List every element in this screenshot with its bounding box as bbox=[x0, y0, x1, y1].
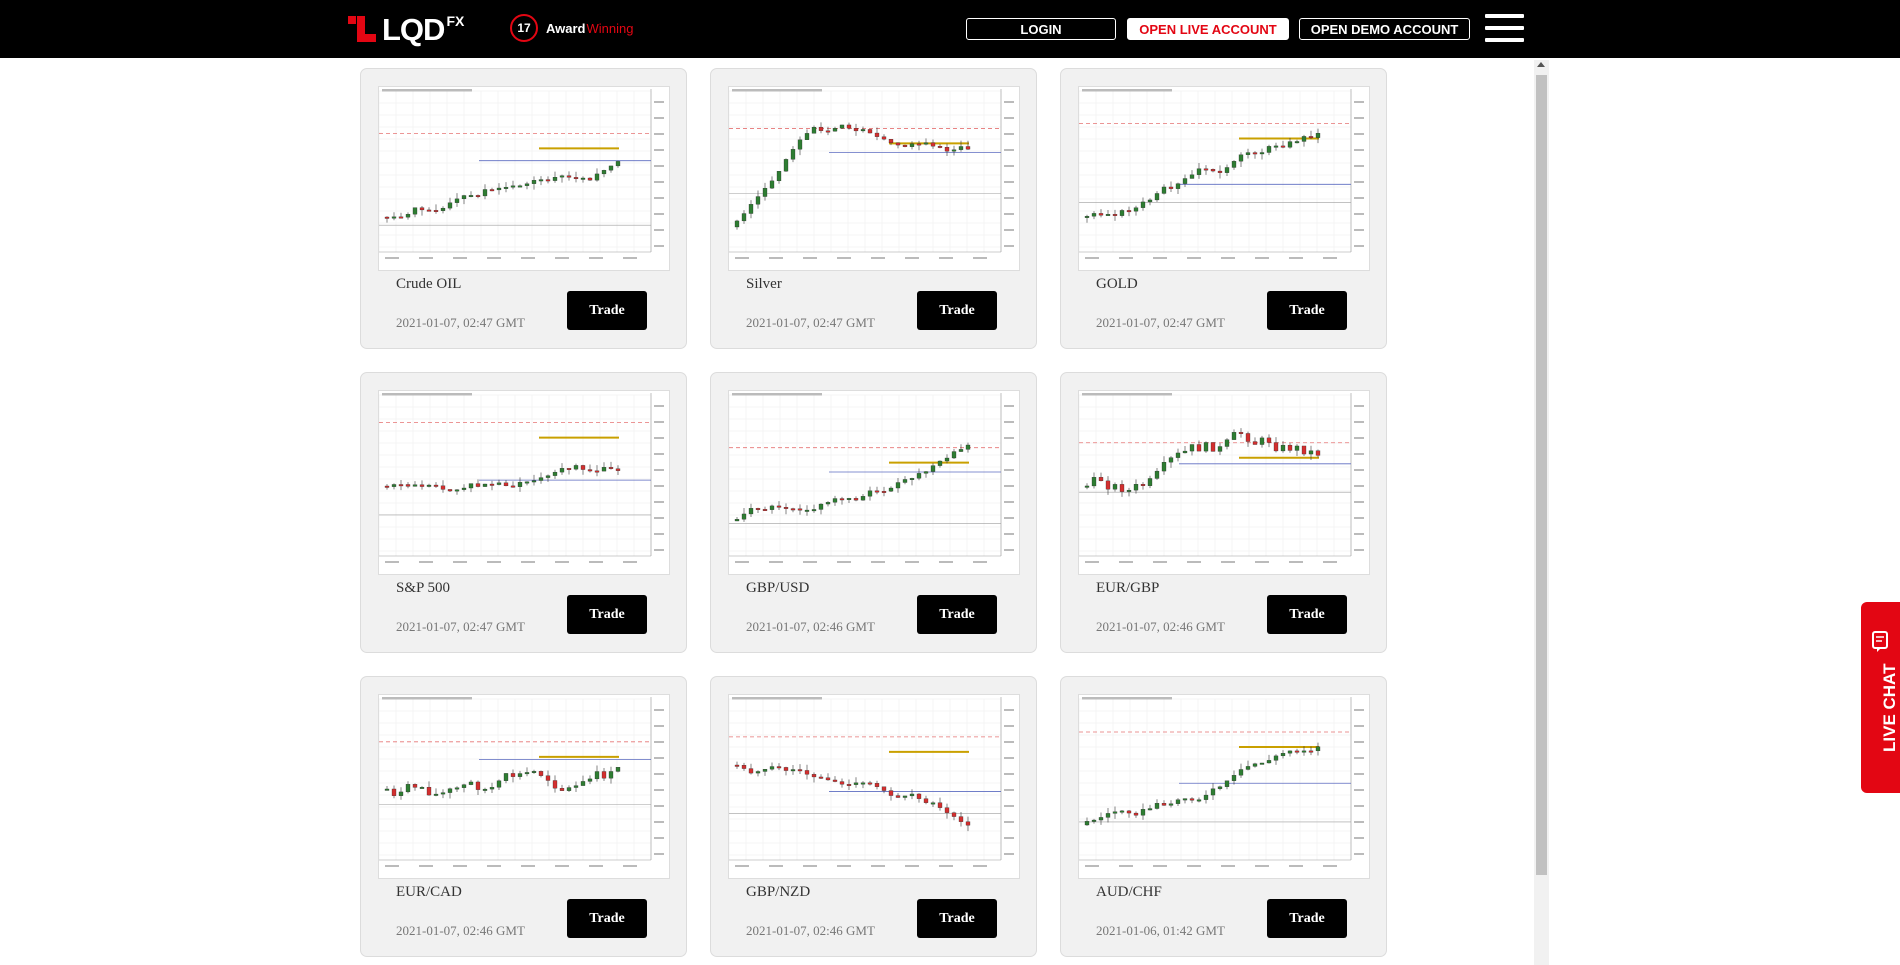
price-chart-svg bbox=[379, 393, 664, 563]
instrument-timestamp: 2021-01-07, 02:46 GMT bbox=[1096, 619, 1225, 634]
award-text-winning: Winning bbox=[586, 20, 634, 36]
open-demo-account-button[interactable]: OPEN DEMO ACCOUNT bbox=[1299, 18, 1470, 40]
trade-button[interactable]: Trade bbox=[1267, 595, 1347, 634]
instrument-timestamp: 2021-01-07, 02:47 GMT bbox=[1096, 315, 1225, 330]
instrument-timestamp: 2021-01-07, 02:47 GMT bbox=[396, 619, 525, 634]
price-chart-svg bbox=[379, 89, 664, 259]
live-chat-tab[interactable]: LIVE CHAT bbox=[1861, 602, 1900, 793]
logo-text: LQD bbox=[382, 12, 445, 47]
instrument-card: GBP/NZD 2021-01-07, 02:46 GMT Trade bbox=[710, 676, 1037, 957]
instrument-card: AUD/CHF 2021-01-06, 01:42 GMT Trade bbox=[1060, 676, 1387, 957]
open-live-account-button[interactable]: OPEN LIVE ACCOUNT bbox=[1127, 18, 1289, 40]
trade-button[interactable]: Trade bbox=[567, 899, 647, 938]
instrument-card: EUR/GBP 2021-01-07, 02:46 GMT Trade bbox=[1060, 372, 1387, 653]
live-chat-label: LIVE CHAT bbox=[1880, 663, 1899, 752]
trade-button[interactable]: Trade bbox=[567, 291, 647, 330]
instrument-name: EUR/CAD bbox=[396, 884, 462, 900]
instrument-card: EUR/CAD 2021-01-07, 02:46 GMT Trade bbox=[360, 676, 687, 957]
instrument-name: GBP/NZD bbox=[746, 884, 811, 900]
lqdfx-logo[interactable]: LQD FX bbox=[348, 12, 465, 47]
scrollbar-thumb[interactable] bbox=[1536, 75, 1547, 875]
trade-button[interactable]: Trade bbox=[917, 291, 997, 330]
instrument-card: Crude OIL 2021-01-07, 02:47 GMT Trade bbox=[360, 68, 687, 349]
price-chart-thumbnail[interactable] bbox=[1078, 86, 1370, 271]
trade-button[interactable]: Trade bbox=[567, 595, 647, 634]
instrument-name: GBP/USD bbox=[746, 580, 810, 596]
instrument-timestamp: 2021-01-07, 02:47 GMT bbox=[746, 315, 875, 330]
price-chart-svg bbox=[1079, 697, 1364, 867]
instrument-name: Silver bbox=[746, 276, 782, 292]
instrument-card: Silver 2021-01-07, 02:47 GMT Trade bbox=[710, 68, 1037, 349]
price-chart-svg bbox=[379, 697, 664, 867]
instrument-card: GBP/USD 2021-01-07, 02:46 GMT Trade bbox=[710, 372, 1037, 653]
instrument-name: Crude OIL bbox=[396, 276, 462, 292]
logo-mark-icon bbox=[348, 16, 376, 44]
instrument-timestamp: 2021-01-06, 01:42 GMT bbox=[1096, 923, 1225, 938]
price-chart-svg bbox=[1079, 393, 1364, 563]
instrument-grid: Crude OIL 2021-01-07, 02:47 GMT Trade Si… bbox=[0, 58, 1900, 965]
award-badge: 17 Award Winning bbox=[510, 14, 633, 42]
instrument-name: AUD/CHF bbox=[1096, 884, 1162, 900]
price-chart-thumbnail[interactable] bbox=[1078, 694, 1370, 879]
laurel-wreath-icon: 17 bbox=[510, 14, 538, 42]
instrument-timestamp: 2021-01-07, 02:46 GMT bbox=[396, 923, 525, 938]
instrument-card: S&P 500 2021-01-07, 02:47 GMT Trade bbox=[360, 372, 687, 653]
price-chart-thumbnail[interactable] bbox=[728, 86, 1020, 271]
instrument-card: GOLD 2021-01-07, 02:47 GMT Trade bbox=[1060, 68, 1387, 349]
logo-superscript: FX bbox=[446, 13, 465, 29]
price-chart-thumbnail[interactable] bbox=[378, 390, 670, 575]
price-chart-svg bbox=[729, 89, 1014, 259]
award-text: Award bbox=[546, 20, 586, 36]
top-navigation-bar: LQD FX 17 Award Winning LOGIN OPEN LIVE … bbox=[0, 0, 1900, 58]
price-chart-svg bbox=[729, 697, 1014, 867]
hamburger-menu-icon[interactable] bbox=[1485, 14, 1524, 42]
instrument-name: S&P 500 bbox=[396, 580, 451, 596]
login-button[interactable]: LOGIN bbox=[966, 18, 1116, 40]
price-chart-thumbnail[interactable] bbox=[728, 694, 1020, 879]
instrument-timestamp: 2021-01-07, 02:46 GMT bbox=[746, 619, 875, 634]
price-chart-svg bbox=[1079, 89, 1364, 259]
price-chart-thumbnail[interactable] bbox=[728, 390, 1020, 575]
price-chart-thumbnail[interactable] bbox=[378, 694, 670, 879]
trade-button[interactable]: Trade bbox=[917, 899, 997, 938]
price-chart-svg bbox=[729, 393, 1014, 563]
trade-button[interactable]: Trade bbox=[1267, 291, 1347, 330]
trade-button[interactable]: Trade bbox=[1267, 899, 1347, 938]
trade-button[interactable]: Trade bbox=[917, 595, 997, 634]
instrument-name: EUR/GBP bbox=[1096, 580, 1160, 596]
instrument-timestamp: 2021-01-07, 02:46 GMT bbox=[746, 923, 875, 938]
price-chart-thumbnail[interactable] bbox=[1078, 390, 1370, 575]
scroll-up-arrow-icon[interactable] bbox=[1537, 62, 1545, 67]
price-chart-thumbnail[interactable] bbox=[378, 86, 670, 271]
instrument-timestamp: 2021-01-07, 02:47 GMT bbox=[396, 315, 525, 330]
instrument-name: GOLD bbox=[1096, 276, 1138, 292]
